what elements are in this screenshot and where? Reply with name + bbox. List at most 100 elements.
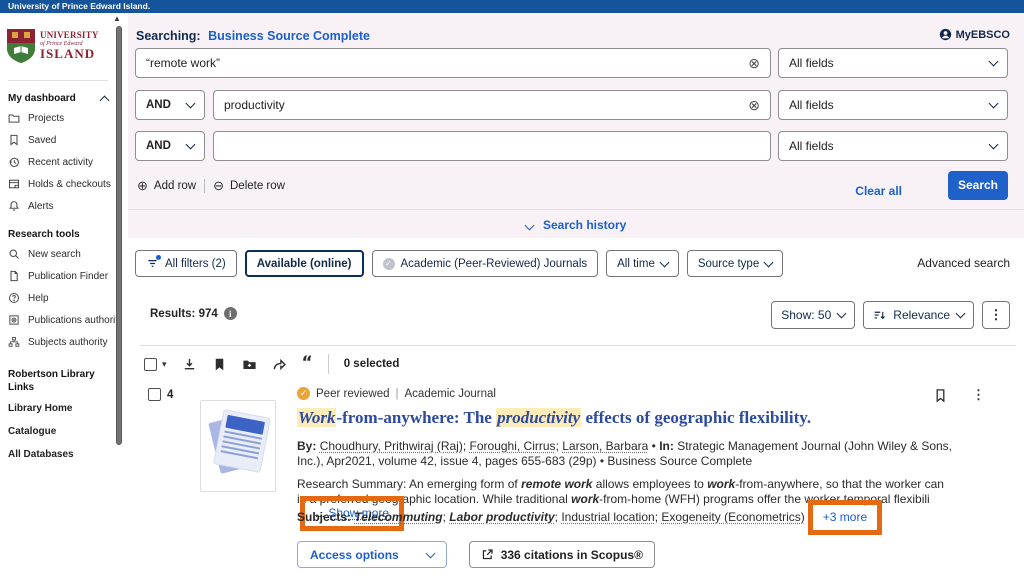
filter-source-type[interactable]: Source type [687,250,783,277]
vertical-scrollbar[interactable] [116,26,122,445]
results-count: Results: 974 [150,308,218,320]
filter-available-online[interactable]: Available (online) [245,250,364,277]
add-row-button[interactable]: ⊕ Add row [137,178,196,194]
sidebar-item-recent-activity[interactable]: Recent activity [0,151,116,173]
info-icon[interactable]: i [224,307,237,320]
minus-circle-icon: ⊖ [213,178,224,194]
field-select-1[interactable]: All fields [778,48,1008,78]
account-icon [939,28,952,41]
sidebar-item-publication-finder[interactable]: Publication Finder [0,265,116,287]
result-checkbox[interactable] [148,388,161,401]
more-subjects-link[interactable]: +3 more [823,510,867,524]
subject-link[interactable]: Telecommuting [354,510,442,524]
operator-select-2[interactable]: AND [135,90,205,120]
sidebar-divider [8,80,108,81]
filter-peer-reviewed[interactable]: ✓ Academic (Peer-Reviewed) Journals [372,250,599,277]
results-bar: Results: 974 i [150,307,237,320]
sidebar-item-saved[interactable]: Saved [0,129,116,151]
bookmark-icon[interactable] [933,388,948,403]
cite-icon[interactable]: “ [302,358,313,370]
sidebar-item-publications-authority[interactable]: Publications authorit [0,309,116,331]
search-button[interactable]: Search [948,171,1008,200]
advanced-search-link[interactable]: Advanced search [917,256,1010,270]
sidebar-item-catalogue[interactable]: Catalogue [0,420,116,443]
chevron-up-icon [100,95,110,105]
access-options-button[interactable]: Access options [297,541,447,568]
bulk-actions-toolbar: ▾ “ 0 selected [144,354,399,374]
chevron-down-icon [989,99,999,109]
result-database: Business Source Complete [607,454,752,468]
filter-all-time[interactable]: All time [606,250,679,277]
help-icon [8,292,20,304]
sidebar-item-subjects-authority[interactable]: Subjects authority [0,331,116,353]
select-caret-icon[interactable]: ▾ [162,359,167,370]
result-byline: By: Choudhury, Prithwiraj (Raj); Forough… [297,439,965,469]
sidebar-item-alerts[interactable]: Alerts [0,195,116,217]
share-icon[interactable] [272,357,287,372]
sidebar-header-library-links: Robertson Library Links [8,369,108,394]
clear-all-link[interactable]: Clear all [855,184,902,198]
database-link[interactable]: Business Source Complete [208,29,370,43]
source-type-label: Academic Journal [405,388,496,400]
view-controls: Show: 50 Relevance ⋮ [771,301,1010,329]
clear-input-2-icon[interactable]: ⊗ [748,98,760,112]
author-link[interactable]: Choudhury, Prithwiraj (Raj) [320,439,463,453]
subject-link[interactable]: Industrial location [561,510,654,524]
sidebar-header-my-dashboard[interactable]: My dashboard [8,93,108,104]
myebsco-button[interactable]: MyEBSCO [939,28,1010,41]
sidebar-item-library-home[interactable]: Library Home [0,397,116,420]
add-to-project-icon[interactable] [242,357,257,372]
divider [328,354,329,374]
author-link[interactable]: Larson, Barbara [562,439,648,453]
folder-icon [8,112,20,124]
chevron-down-icon [659,257,669,267]
search-term-input-2[interactable]: productivity ⊗ [213,90,771,120]
subject-link[interactable]: Labor productivity [449,510,554,524]
scrollbar-up-arrow[interactable]: ▲ [113,15,121,23]
all-filters-button[interactable]: All filters (2) [135,250,237,277]
download-icon[interactable] [182,357,197,372]
result-thumbnail[interactable] [200,400,276,492]
subject-link[interactable]: Exogeneity (Econometrics) [661,510,804,524]
result-kebab-icon[interactable]: ⋮ [972,387,985,403]
sidebar-item-projects[interactable]: Projects [0,107,116,129]
filter-active-dot [156,255,161,260]
result-number: 4 [167,389,173,401]
sidebar-item-all-databases[interactable]: All Databases [0,443,116,466]
row-actions: ⊕ Add row ⊖ Delete row [137,178,285,194]
author-link[interactable]: Foroughi, Cirrus [470,439,556,453]
sidebar-item-new-search[interactable]: New search [0,243,116,265]
citations-button[interactable]: 336 citations in Scopus® [469,541,655,568]
field-select-2[interactable]: All fields [778,90,1008,120]
select-all-checkbox[interactable] [144,358,157,371]
sidebar-item-holds-checkouts[interactable]: Holds & checkouts [0,173,116,195]
show-per-page-select[interactable]: Show: 50 [771,301,855,329]
top-banner: University of Prince Edward Island. [0,0,1024,13]
save-bookmark-icon[interactable] [212,357,227,372]
divider [204,179,205,193]
chevron-down-icon [186,99,196,109]
result-select: 4 [148,388,173,401]
result-title-link[interactable]: Work-from-anywhere: The productivity eff… [297,408,811,428]
field-select-3[interactable]: All fields [778,131,1008,161]
result-item-icons: ⋮ [933,387,985,403]
operator-select-3[interactable]: AND [135,131,205,161]
document-icon [8,270,20,282]
delete-row-button[interactable]: ⊖ Delete row [213,178,285,194]
searching-label: Searching: [136,29,201,43]
search-term-input-1[interactable]: “remote work” ⊗ [135,48,771,78]
clear-input-1-icon[interactable]: ⊗ [748,56,760,70]
thumbnail-front-page [214,410,269,472]
search-history-toggle[interactable]: Search history [128,218,1024,232]
upei-logo: UNIVERSITY of Prince Edward ISLAND [6,28,116,64]
sidebar-item-help[interactable]: Help [0,287,116,309]
summary-line-1: Research Summary: An emerging form of re… [297,477,1024,492]
search-icon [8,248,20,260]
sidebar-header-research-tools: Research tools [8,229,108,240]
results-options-menu[interactable]: ⋮ [982,301,1010,329]
circle-check-icon: ✓ [383,258,395,270]
panel-divider [128,209,1024,210]
holds-icon [8,178,20,190]
search-term-input-3[interactable] [213,131,771,161]
sort-select[interactable]: Relevance [863,301,974,329]
